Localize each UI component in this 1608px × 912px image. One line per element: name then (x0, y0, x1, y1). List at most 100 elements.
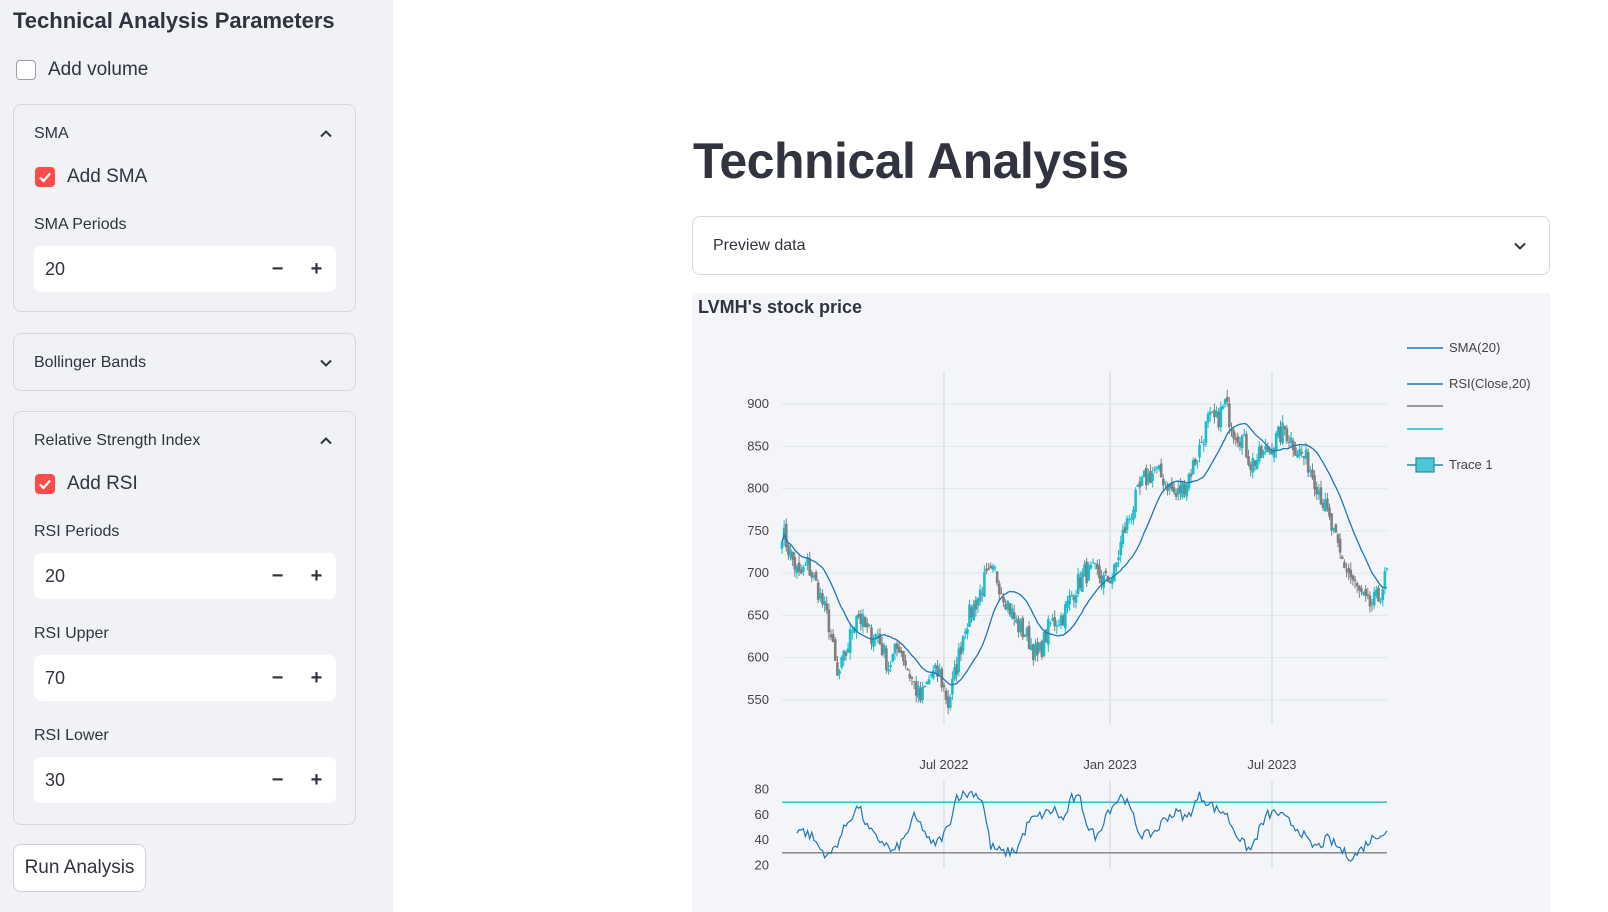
rsi-upper-value[interactable]: 70 (34, 668, 258, 689)
candle-down (1228, 403, 1231, 427)
rsi-tick-label: 20 (755, 857, 769, 872)
candle-down (1245, 433, 1248, 458)
add-sma-checkbox[interactable]: Add SMA (35, 166, 147, 188)
candle-down (1247, 456, 1250, 465)
rsi-periods-input[interactable]: 20 − + (34, 553, 336, 599)
bollinger-expander: Bollinger Bands (13, 333, 356, 391)
rsi-checkbox-box[interactable] (35, 474, 55, 494)
rsi-expander: Relative Strength Index Add RSI RSI Peri… (13, 411, 356, 825)
candle-down (1232, 430, 1235, 439)
stock-chart[interactable]: LVMH's stock price 550 600 650 700 750 800 850… (692, 293, 1550, 912)
rsi-upper-decrement-button[interactable]: − (258, 655, 297, 701)
sma-periods-decrement-button[interactable]: − (258, 246, 297, 292)
rsi-lower-increment-button[interactable]: + (297, 757, 336, 803)
candle-down (902, 650, 905, 662)
candle-down (1021, 617, 1025, 638)
candle-down (1153, 469, 1157, 471)
candle-down (1189, 473, 1193, 477)
candle-down (995, 571, 999, 584)
candle-down (910, 677, 914, 679)
sma-periods-input[interactable]: 20 − + (34, 246, 336, 292)
candle-down (1236, 436, 1240, 443)
bollinger-expander-header[interactable]: Bollinger Bands (14, 334, 355, 392)
legend-trace1-label: Trace 1 (1449, 457, 1493, 472)
check-icon (39, 172, 51, 183)
x-tick-label: Jan 2023 (1083, 757, 1137, 772)
rsi-lower-value[interactable]: 30 (34, 770, 258, 791)
candle-down (1000, 593, 1003, 595)
rsi-upper-increment-button[interactable]: + (297, 655, 336, 701)
candle-up (868, 624, 871, 626)
rsi-lower-decrement-button[interactable]: − (258, 757, 297, 803)
candle-up (951, 678, 954, 695)
price-tick-label: 650 (747, 607, 769, 622)
candle-down (885, 648, 888, 670)
candle-down (923, 685, 927, 687)
legend-rsi-label: RSI(Close,20) (1449, 376, 1531, 391)
candle-down (1351, 575, 1355, 581)
candle-up (1381, 589, 1385, 601)
candle-down (942, 684, 946, 688)
candle-up (1151, 473, 1154, 481)
sma-expander-header[interactable]: SMA (14, 105, 355, 163)
main-content: Technical Analysis Preview data LVMH's s… (393, 0, 1608, 912)
legend-trace1-swatch-box (1415, 457, 1435, 473)
candle-up (1202, 443, 1206, 446)
candle-down (1002, 596, 1005, 603)
sma-periods-value[interactable]: 20 (34, 259, 258, 280)
sma-checkbox-box[interactable] (35, 167, 55, 187)
candle-down (1300, 451, 1304, 454)
volume-checkbox-box[interactable] (16, 60, 36, 80)
rsi-periods-decrement-button[interactable]: − (258, 553, 297, 599)
add-volume-checkbox[interactable]: Add volume (16, 59, 148, 81)
run-analysis-button[interactable]: Run Analysis (13, 844, 146, 892)
rsi-periods-increment-button[interactable]: + (297, 553, 336, 599)
candle-up (1240, 435, 1244, 449)
rsi-expander-header[interactable]: Relative Strength Index (14, 412, 355, 470)
price-tick-label: 800 (747, 481, 769, 496)
candle-down (814, 572, 818, 581)
candle-up (1206, 413, 1210, 423)
candle-up (1068, 595, 1071, 605)
candle-up (1198, 444, 1201, 458)
rsi-upper-input[interactable]: 70 − + (34, 655, 336, 701)
price-tick-label: 750 (747, 523, 769, 538)
candle-down (844, 652, 848, 657)
candle-up (780, 541, 784, 549)
candle-down (904, 660, 907, 666)
candle-up (802, 566, 805, 573)
price-tick-label: 850 (747, 438, 769, 453)
add-rsi-label: Add RSI (67, 473, 138, 494)
candle-up (838, 670, 841, 675)
candle-up (993, 567, 997, 569)
candle-down (1193, 458, 1197, 465)
rsi-lower-label: RSI Lower (34, 727, 109, 744)
candle-down (827, 609, 831, 633)
candle-down (1334, 524, 1338, 533)
rsi-header-label: Relative Strength Index (34, 432, 201, 449)
rsi-tick-label: 40 (755, 832, 769, 847)
candle-up (1089, 565, 1093, 569)
candle-up (1221, 406, 1225, 409)
rsi-lower-input[interactable]: 30 − + (34, 757, 336, 803)
candle-up (1379, 601, 1382, 603)
candle-down (1012, 612, 1016, 619)
rsi-tick-label: 60 (755, 807, 769, 822)
rsi-periods-value[interactable]: 20 (34, 566, 258, 587)
legend-sma-label: SMA(20) (1449, 340, 1500, 355)
candle-up (1204, 421, 1208, 444)
candle-down (1355, 583, 1359, 587)
candle-up (1262, 451, 1265, 455)
x-tick-label: Jul 2022 (919, 757, 968, 772)
rsi-periods-label: RSI Periods (34, 523, 120, 540)
candle-down (1319, 487, 1323, 505)
add-rsi-checkbox[interactable]: Add RSI (35, 473, 138, 495)
chevron-down-icon (1514, 242, 1526, 250)
candle-up (1281, 422, 1284, 444)
candle-down (784, 523, 788, 548)
candle-up (961, 636, 965, 651)
candle-down (987, 568, 990, 570)
sma-periods-increment-button[interactable]: + (297, 246, 336, 292)
preview-data-expander[interactable]: Preview data (692, 216, 1550, 275)
candle-up (1196, 460, 1199, 462)
